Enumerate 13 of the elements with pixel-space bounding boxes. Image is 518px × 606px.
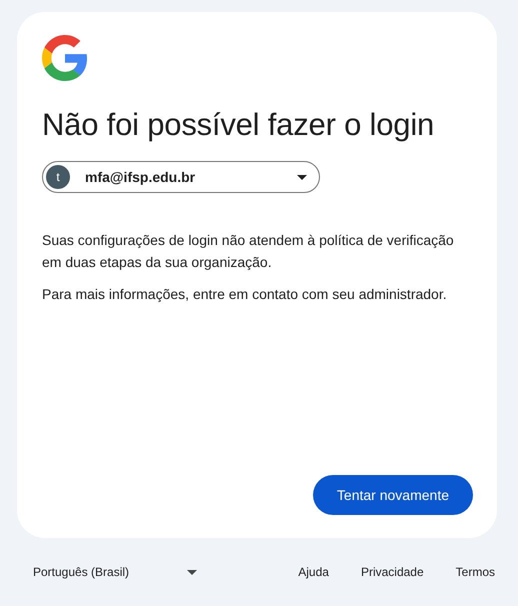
footer-link[interactable]: Ajuda	[298, 565, 329, 579]
footer-link[interactable]: Termos	[456, 565, 495, 579]
retry-button[interactable]: Tentar novamente	[312, 475, 473, 515]
caret-icon	[297, 174, 307, 180]
avatar-icon: t	[46, 165, 70, 189]
google-g-logo-icon	[42, 35, 88, 81]
page-title: Não foi possível fazer o login	[42, 106, 436, 144]
footer-link[interactable]: Privacidade	[360, 565, 424, 579]
message-text: Para mais informações, entre em contato com seu administrador.	[42, 285, 448, 304]
account-chip[interactable]: t mfa@ifsp.edu.br	[42, 161, 320, 193]
caret-icon	[187, 570, 198, 574]
message-text: Suas configurações de login não atendem à política de verificação em duas etapas da sua organização.	[42, 231, 455, 272]
language-select[interactable]: Português (Brasil)	[33, 565, 198, 579]
